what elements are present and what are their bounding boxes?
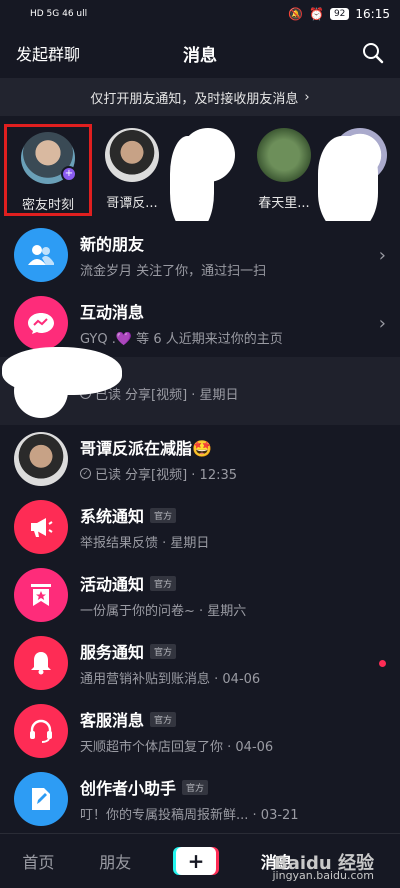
mute-icon: 🔕: [288, 7, 303, 21]
bell-icon: [14, 636, 68, 690]
signal-indicators: HD 5G 46 ull: [30, 9, 88, 19]
list-item-creator-assistant[interactable]: 创作者小助手 官方 叮！你的专属投稿周报新鲜... · 03-21: [0, 765, 400, 833]
friends-icon: [14, 228, 68, 282]
list-item-new-friends[interactable]: 新的朋友 流金岁月 关注了你，通过扫一扫 ›: [0, 221, 400, 289]
official-badge: 官方: [182, 779, 209, 795]
official-badge: 官方: [150, 711, 177, 727]
item-title: 互动消息: [80, 303, 145, 322]
alarm-icon: ⏰: [309, 7, 324, 21]
clock: 16:15: [355, 7, 390, 21]
unread-dot: [379, 659, 386, 667]
list-item-customer-service[interactable]: 客服消息 官方 天顺超市个体店回复了你 · 04-06: [0, 697, 400, 765]
item-preview: GYQ .💜 等 6 人近期来过你的主页: [80, 332, 283, 347]
list-item-chat[interactable]: 哥谭反派在减脂🤩 ✓ 已读 分享[视频] · 12:35: [0, 425, 400, 493]
official-badge: 官方: [150, 643, 177, 659]
chevron-right-icon: ›: [304, 89, 310, 105]
item-title: 哥谭反派在减脂🤩: [80, 439, 212, 458]
interaction-icon: [14, 296, 68, 350]
tab-friends[interactable]: 朋友: [99, 849, 131, 873]
story-label: 哥谭反...: [106, 196, 158, 211]
story-label: 春天里...: [258, 196, 310, 211]
item-title: 客服消息 官方: [80, 707, 386, 731]
list-item-chat[interactable]: ✓ 已读 分享[视频] · 星期日: [0, 347, 400, 425]
item-title: 系统通知 官方: [80, 503, 386, 527]
item-preview: ✓ 已读 分享[视频] · 12:35: [80, 464, 386, 483]
headset-icon: [14, 704, 68, 758]
preview-text: 分享[视频] · 星期日: [125, 388, 239, 403]
notice-text: 仅打开朋友通知，及时接收朋友消息: [90, 91, 299, 107]
item-preview: ✓ 已读 分享[视频] · 星期日: [80, 384, 386, 403]
item-preview: 流金岁月 关注了你，通过扫一扫: [80, 264, 267, 279]
message-list: 新的朋友 流金岁月 关注了你，通过扫一扫 › 互动消息 GYQ .💜 等 6 人…: [0, 221, 400, 833]
item-preview: 通用营销补贴到账消息 · 04-06: [80, 672, 261, 687]
item-preview: 叮！你的专属投稿周报新鲜... · 03-21: [80, 808, 299, 823]
read-check-icon: ✓: [80, 468, 91, 479]
avatar: [105, 128, 159, 182]
title-text: 创作者小助手: [80, 779, 177, 798]
edit-document-icon: [14, 772, 68, 826]
battery-indicator: 92: [329, 8, 350, 20]
list-item-activity-notice[interactable]: 活动通知 官方 一份属于你的问卷~ · 星期六: [0, 561, 400, 629]
top-nav: 发起群聊 消息: [0, 28, 400, 78]
status-right: 🔕 ⏰ 92 16:15: [288, 7, 390, 21]
item-preview: 天顺超市个体店回复了你 · 04-06: [80, 740, 274, 755]
official-badge: 官方: [150, 507, 177, 523]
status-bar: HD 5G 46 ull 🔕 ⏰ 92 16:15: [0, 0, 400, 28]
friend-notification-banner[interactable]: 仅打开朋友通知，及时接收朋友消息 ›: [0, 78, 400, 116]
tab-home[interactable]: 首页: [22, 849, 54, 873]
redaction-mark: [170, 136, 214, 221]
plus-icon[interactable]: +: [61, 166, 77, 182]
story-close-friends[interactable]: + 密友时刻: [4, 124, 92, 216]
search-icon[interactable]: [362, 42, 384, 64]
list-item-service-notice[interactable]: 服务通知 官方 通用营销补贴到账消息 · 04-06: [0, 629, 400, 697]
avatar: +: [21, 132, 77, 184]
redaction-mark: [2, 347, 122, 395]
title-text: 客服消息: [80, 711, 145, 730]
story-item[interactable]: 春天里...: [246, 128, 322, 211]
official-badge: 官方: [150, 575, 177, 591]
item-preview: 一份属于你的问卷~ · 星期六: [80, 604, 247, 619]
item-title: 创作者小助手 官方: [80, 775, 386, 799]
story-item[interactable]: 哥谭反...: [94, 128, 170, 211]
story-label: 密友时刻: [21, 198, 74, 213]
redaction-mark: [318, 136, 378, 221]
read-status: 已读: [95, 468, 122, 483]
watermark-url: jingyan.baidu.com: [272, 869, 374, 882]
title-text: 服务通知: [80, 643, 145, 662]
avatar: [257, 128, 311, 182]
item-title: 活动通知 官方: [80, 571, 386, 595]
list-item-system-notice[interactable]: 系统通知 官方 举报结果反馈 · 星期日: [0, 493, 400, 561]
start-group-chat-button[interactable]: 发起群聊: [16, 41, 80, 65]
item-title: 服务通知 官方: [80, 639, 379, 663]
bookmark-star-icon: [14, 568, 68, 622]
avatar: [14, 432, 68, 486]
create-button[interactable]: +: [175, 847, 216, 875]
baidu-watermark: Baidu 经验 jingyan.baidu.com: [272, 855, 374, 882]
chevron-right-icon: ›: [378, 312, 386, 334]
bottom-nav: 首页 朋友 + 消息 Baidu 经验 jingyan.baidu.com: [0, 833, 400, 888]
preview-text: 分享[视频] · 12:35: [125, 468, 238, 483]
title-text: 活动通知: [80, 575, 145, 594]
chevron-right-icon: ›: [378, 244, 386, 266]
megaphone-icon: [14, 500, 68, 554]
title-text: 系统通知: [80, 507, 145, 526]
item-title: 新的朋友: [80, 235, 145, 254]
item-preview: 举报结果反馈 · 星期日: [80, 536, 210, 551]
story-strip: + 密友时刻 哥谭反... 春天里...: [0, 116, 400, 221]
